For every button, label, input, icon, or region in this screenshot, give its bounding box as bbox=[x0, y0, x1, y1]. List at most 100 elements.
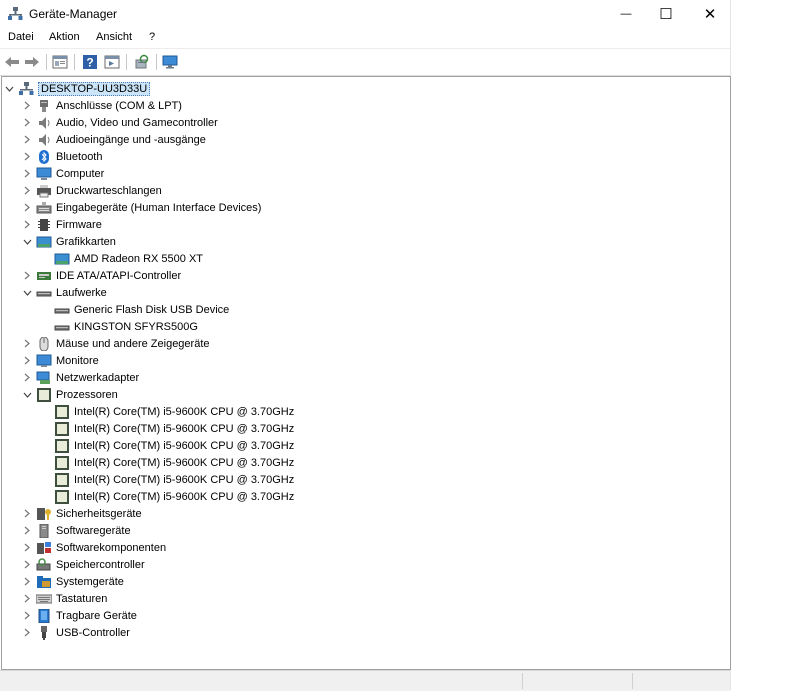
menu-ansicht[interactable]: Ansicht bbox=[96, 31, 132, 43]
tree-item-label: Intel(R) Core(TM) i5-9600K CPU @ 3.70GHz bbox=[74, 439, 295, 452]
tree-category[interactable]: Anschlüsse (COM & LPT) bbox=[24, 97, 182, 114]
menu-aktion[interactable]: Aktion bbox=[49, 31, 80, 43]
help-button[interactable]: ? bbox=[82, 54, 98, 70]
title-bar[interactable]: Geräte-Manager — ☐ ✕ bbox=[0, 0, 730, 28]
tree-category[interactable]: Firmware bbox=[24, 216, 102, 233]
display-adapter-icon bbox=[54, 252, 70, 266]
tree-category[interactable]: Druckwarteschlangen bbox=[24, 182, 162, 199]
tree-category[interactable]: Softwaregeräte bbox=[24, 522, 131, 539]
menu-datei[interactable]: Datei bbox=[8, 31, 34, 43]
menu-bar: Datei Aktion Ansicht ? bbox=[0, 28, 730, 48]
tree-device[interactable]: Intel(R) Core(TM) i5-9600K CPU @ 3.70GHz bbox=[54, 471, 294, 488]
close-button[interactable]: ✕ bbox=[688, 0, 732, 28]
tree-category[interactable]: Softwarekomponenten bbox=[24, 539, 166, 556]
monitor-button[interactable] bbox=[162, 54, 178, 70]
tree-category[interactable]: Laufwerke bbox=[23, 284, 107, 301]
computer-root-icon bbox=[18, 81, 34, 96]
tree-category[interactable]: Monitore bbox=[24, 352, 99, 369]
cpu-icon bbox=[54, 472, 70, 487]
tree-device[interactable]: KINGSTON SFYRS500G bbox=[54, 318, 198, 335]
properties-button[interactable] bbox=[52, 54, 68, 70]
display-adapter-icon bbox=[36, 235, 52, 249]
minimize-icon: — bbox=[620, 8, 632, 20]
tree-item-label: Systemgeräte bbox=[56, 575, 124, 588]
forward-button[interactable] bbox=[24, 54, 40, 70]
chevron-right-icon[interactable] bbox=[22, 114, 32, 131]
tree-device[interactable]: Intel(R) Core(TM) i5-9600K CPU @ 3.70GHz bbox=[54, 403, 294, 420]
menu-help[interactable]: ? bbox=[149, 31, 155, 43]
tree-category[interactable]: Prozessoren bbox=[23, 386, 118, 403]
chevron-down-icon[interactable] bbox=[22, 233, 32, 250]
status-bar bbox=[0, 670, 730, 691]
back-button[interactable] bbox=[4, 54, 20, 70]
minimize-button[interactable]: — bbox=[604, 0, 648, 28]
tree-category[interactable]: Grafikkarten bbox=[23, 233, 116, 250]
view-button[interactable] bbox=[104, 54, 120, 70]
chevron-down-icon[interactable] bbox=[22, 386, 32, 403]
chevron-right-icon[interactable] bbox=[22, 182, 32, 199]
chevron-right-icon[interactable] bbox=[22, 267, 32, 284]
tree-category[interactable]: Speichercontroller bbox=[24, 556, 145, 573]
tree-category[interactable]: Bluetooth bbox=[24, 148, 102, 165]
tree-item-label: Tastaturen bbox=[56, 592, 108, 605]
chevron-right-icon[interactable] bbox=[22, 539, 32, 556]
tree-device[interactable]: Generic Flash Disk USB Device bbox=[54, 301, 229, 318]
chevron-right-icon[interactable] bbox=[22, 199, 32, 216]
scan-hardware-button[interactable] bbox=[134, 54, 150, 70]
tree-category[interactable]: IDE ATA/ATAPI-Controller bbox=[24, 267, 182, 284]
chevron-down-icon[interactable] bbox=[4, 80, 14, 97]
tree-category[interactable]: Eingabegeräte (Human Interface Devices) bbox=[24, 199, 261, 216]
drive-icon bbox=[36, 286, 52, 300]
device-tree[interactable]: DESKTOP-UU3D33U Anschlüsse (COM & LPT) Aud… bbox=[1, 76, 731, 670]
maximize-button[interactable]: ☐ bbox=[644, 0, 688, 28]
tree-category[interactable]: Systemgeräte bbox=[24, 573, 124, 590]
tree-device[interactable]: Intel(R) Core(TM) i5-9600K CPU @ 3.70GHz bbox=[54, 488, 294, 505]
tree-category[interactable]: Sicherheitsgeräte bbox=[24, 505, 142, 522]
chevron-right-icon[interactable] bbox=[22, 607, 32, 624]
tree-root-label: DESKTOP-UU3D33U bbox=[38, 81, 151, 96]
tree-device[interactable]: Intel(R) Core(TM) i5-9600K CPU @ 3.70GHz bbox=[54, 437, 294, 454]
chevron-right-icon[interactable] bbox=[22, 505, 32, 522]
tree-root[interactable]: DESKTOP-UU3D33U bbox=[5, 80, 151, 97]
tree-category[interactable]: USB-Controller bbox=[24, 624, 130, 641]
tree-item-label: Softwaregeräte bbox=[56, 524, 131, 537]
chevron-right-icon[interactable] bbox=[22, 556, 32, 573]
chevron-right-icon[interactable] bbox=[22, 335, 32, 352]
tree-item-label: Audio, Video und Gamecontroller bbox=[56, 116, 218, 129]
tree-category[interactable]: Computer bbox=[24, 165, 104, 182]
tree-item-label: Druckwarteschlangen bbox=[56, 184, 162, 197]
chevron-right-icon[interactable] bbox=[22, 573, 32, 590]
tree-category[interactable]: Audio, Video und Gamecontroller bbox=[24, 114, 218, 131]
tree-item-label: Firmware bbox=[56, 218, 102, 231]
cpu-icon bbox=[54, 489, 70, 504]
chevron-right-icon[interactable] bbox=[22, 590, 32, 607]
chevron-right-icon[interactable] bbox=[22, 369, 32, 386]
port-icon bbox=[36, 99, 52, 113]
tree-category[interactable]: Audioeingänge und -ausgänge bbox=[24, 131, 206, 148]
tree-category[interactable]: Netzwerkadapter bbox=[24, 369, 140, 386]
tree-category[interactable]: Tastaturen bbox=[24, 590, 108, 607]
tree-category[interactable]: Tragbare Geräte bbox=[24, 607, 137, 624]
tree-device[interactable]: Intel(R) Core(TM) i5-9600K CPU @ 3.70GHz bbox=[54, 420, 294, 437]
tree-device[interactable]: AMD Radeon RX 5500 XT bbox=[54, 250, 203, 267]
tree-item-label: Audioeingänge und -ausgänge bbox=[56, 133, 206, 146]
cpu-icon bbox=[54, 438, 70, 453]
storage-controller-icon bbox=[36, 557, 52, 572]
chevron-right-icon[interactable] bbox=[22, 131, 32, 148]
chevron-right-icon[interactable] bbox=[22, 624, 32, 641]
chevron-right-icon[interactable] bbox=[22, 97, 32, 114]
chevron-right-icon[interactable] bbox=[22, 216, 32, 233]
tree-category[interactable]: Mäuse und andere Zeigegeräte bbox=[24, 335, 210, 352]
tree-device[interactable]: Intel(R) Core(TM) i5-9600K CPU @ 3.70GHz bbox=[54, 454, 294, 471]
chevron-right-icon[interactable] bbox=[22, 165, 32, 182]
tree-item-label: Netzwerkadapter bbox=[56, 371, 140, 384]
tree-item-label: IDE ATA/ATAPI-Controller bbox=[56, 269, 182, 282]
hid-icon bbox=[36, 201, 52, 215]
chevron-right-icon[interactable] bbox=[22, 148, 32, 165]
chevron-down-icon[interactable] bbox=[22, 284, 32, 301]
chevron-right-icon[interactable] bbox=[22, 352, 32, 369]
chevron-right-icon[interactable] bbox=[22, 522, 32, 539]
usb-icon bbox=[36, 625, 52, 640]
tree-item-label: Laufwerke bbox=[56, 286, 107, 299]
mouse-icon bbox=[36, 336, 52, 351]
